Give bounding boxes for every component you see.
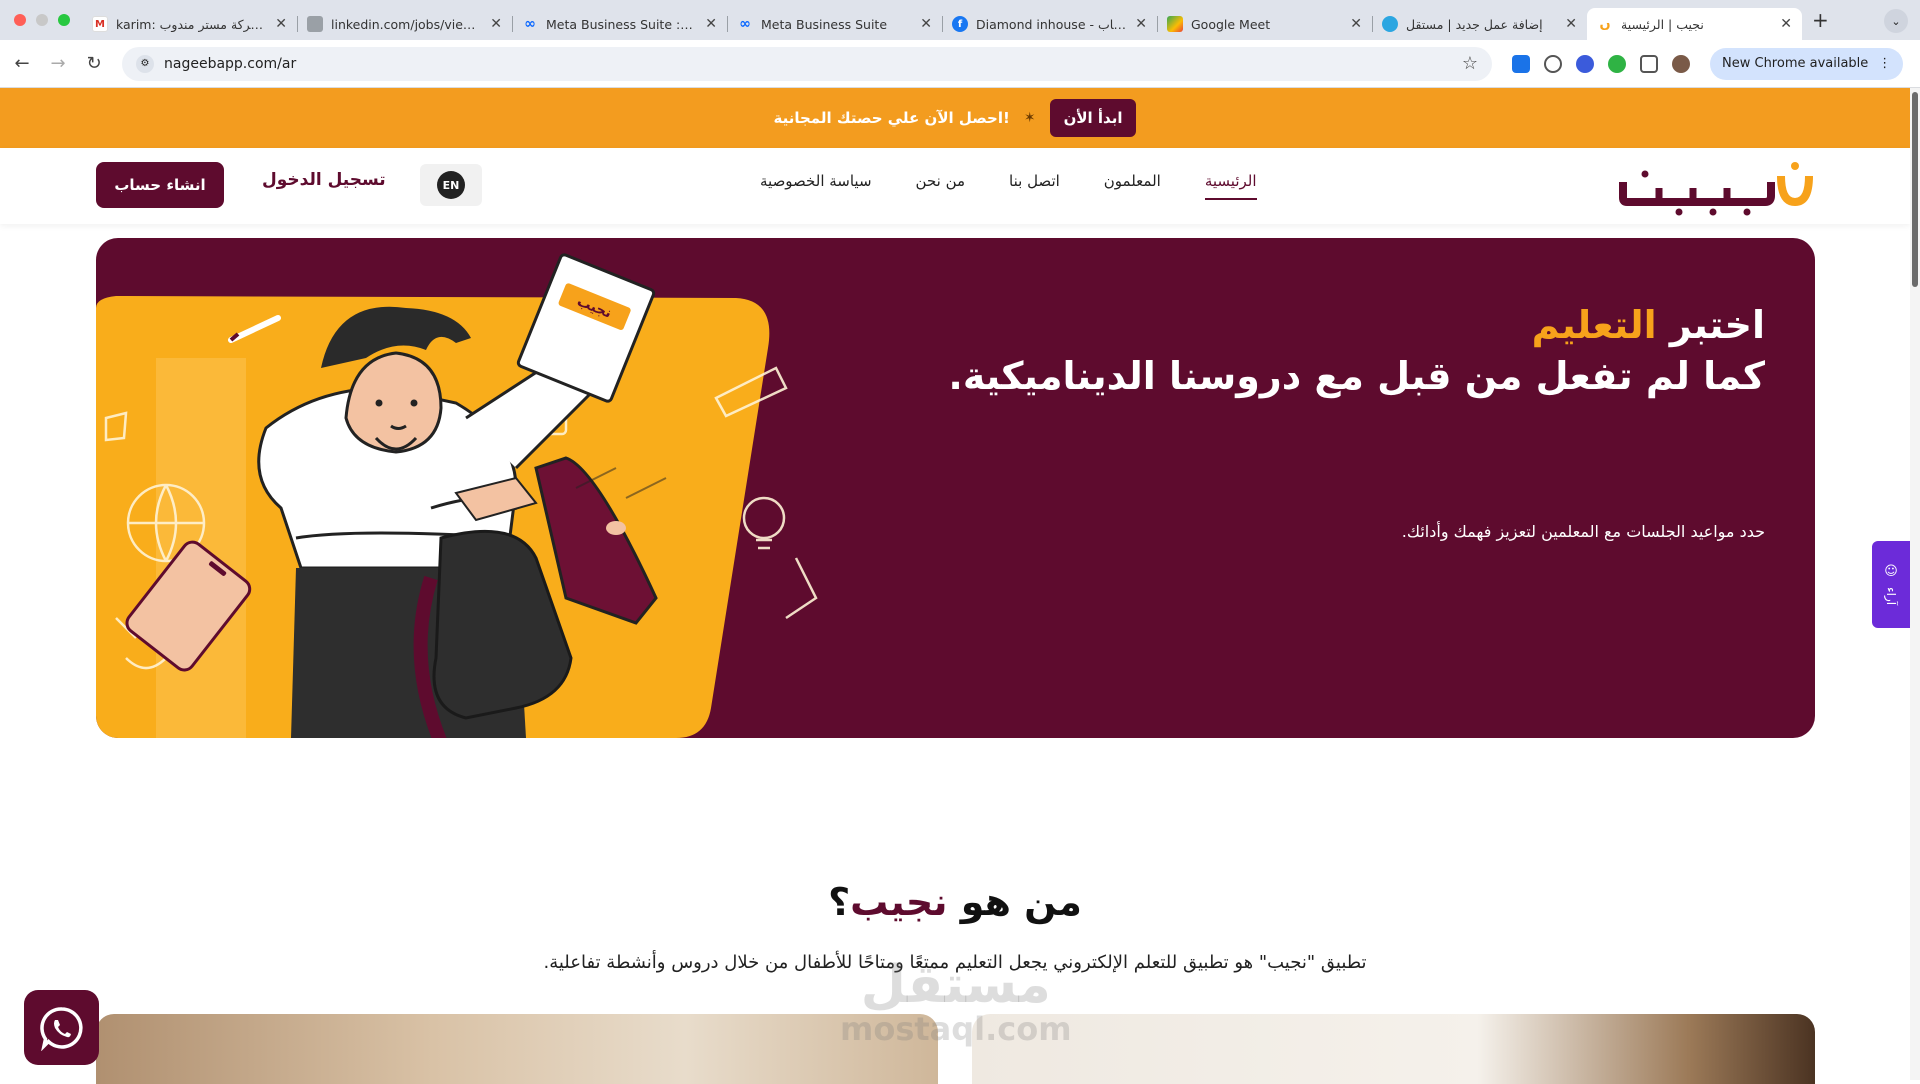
zoom-window-icon[interactable] [58, 14, 70, 26]
hero-title-start: اختبر [1656, 303, 1765, 347]
nav-about[interactable]: من نحن [916, 172, 966, 200]
promo-banner: احصل الآن علي حصتك المجانية! ✶ ابدأ الأن [0, 88, 1910, 148]
whatsapp-icon [39, 1006, 83, 1051]
extension-icon[interactable] [1544, 54, 1562, 73]
browser-tab-active[interactable]: ں نجيب | الرئيسية ✕ [1587, 8, 1802, 40]
mostaql-watermark: مستقل mostaql.com [840, 958, 1072, 1046]
close-tab-icon[interactable]: ✕ [275, 16, 287, 32]
about-title-start: من هو [947, 880, 1082, 924]
gmail-icon: M [92, 16, 108, 32]
page-scrollbar[interactable] [1910, 88, 1920, 1080]
reload-icon[interactable]: ↻ [76, 46, 112, 82]
close-window-icon[interactable] [14, 14, 26, 26]
site-header: الرئيسية المعلمون اتصل بنا من نحن سياسة … [0, 148, 1910, 224]
browser-tab[interactable]: f Diamond inhouse - واتساب ✕ [942, 8, 1157, 40]
feedback-icon: ☺ [1884, 563, 1898, 579]
feedback-tab[interactable]: ☺ آراء [1872, 541, 1910, 628]
tab-title: نجيب | الرئيسية [1621, 16, 1704, 32]
extensions-area [1512, 54, 1690, 73]
browser-tab-strip: Mkarim: ان شركة مستر مندوب ✕ linkedin.com… [0, 0, 1920, 40]
tab-title: إضافة عمل جديد | مستقل [1406, 16, 1543, 32]
sparkle-icon: ✶ [1023, 110, 1036, 126]
facebook-icon: f [952, 16, 968, 32]
close-tab-icon[interactable]: ✕ [490, 16, 502, 32]
puzzle-icon[interactable] [1640, 54, 1658, 73]
url-text: nageebapp.com/ar [164, 55, 297, 72]
about-image-card [96, 1014, 938, 1084]
nageeb-logo[interactable] [1615, 158, 1815, 216]
about-title-accent: نجيب [850, 880, 948, 924]
hero-title-line2: كما لم تفعل من قبل مع دروسنا الديناميكية… [948, 354, 1765, 398]
browser-tab[interactable]: ∞ Meta Business Suite ✕ [727, 8, 942, 40]
nav-contact[interactable]: اتصل بنا [1009, 172, 1060, 200]
whatsapp-button[interactable] [24, 990, 99, 1065]
address-bar[interactable]: ⚙ nageebapp.com/ar ☆ [122, 46, 1492, 81]
browser-tab[interactable]: إضافة عمل جديد | مستقل ✕ [1372, 8, 1587, 40]
extension-icon[interactable] [1576, 54, 1594, 73]
about-title-end: ؟ [828, 880, 851, 924]
main-nav: الرئيسية المعلمون اتصل بنا من نحن سياسة … [760, 172, 1257, 200]
tab-title: linkedin.com/jobs/view/45 [331, 16, 485, 32]
update-chrome-button[interactable]: New Chrome available ⋮ [1710, 47, 1904, 80]
globe-icon [307, 16, 323, 32]
watermark-domain: mostaql.com [840, 1010, 1072, 1048]
nav-privacy[interactable]: سياسة الخصوصية [760, 172, 872, 200]
extension-icon[interactable] [1512, 54, 1530, 73]
close-tab-icon[interactable]: ✕ [705, 16, 717, 32]
scrollbar-thumb[interactable] [1912, 92, 1918, 287]
student-illustration: نجيب [96, 253, 818, 738]
feedback-label: آراء [1884, 586, 1898, 606]
about-image-card [972, 1014, 1815, 1084]
signup-button[interactable]: انشاء حساب [96, 162, 224, 208]
about-title: من هو نجيب؟ [0, 880, 1910, 924]
hero-title-accent: التعليم [1531, 303, 1657, 347]
mostaql-icon [1382, 16, 1398, 32]
tab-title: karim: ان شركة مستر مندوب [116, 16, 270, 32]
nav-home[interactable]: الرئيسية [1204, 172, 1257, 200]
close-tab-icon[interactable]: ✕ [920, 16, 932, 32]
minimize-window-icon[interactable] [36, 14, 48, 26]
tab-title: Meta Business Suite [761, 16, 888, 32]
update-label: New Chrome available [1722, 56, 1869, 71]
browser-tab[interactable]: Google Meet ✕ [1157, 8, 1372, 40]
browser-toolbar: ← → ↻ ⚙ nageebapp.com/ar ☆ New Chrome av… [0, 40, 1920, 88]
hero-subtitle: حدد مواعيد الجلسات مع المعلمين لتعزيز فه… [1401, 522, 1765, 541]
meta-icon: ∞ [739, 16, 751, 32]
meta-icon: ∞ [524, 16, 536, 32]
language-switch[interactable]: EN [420, 164, 482, 206]
menu-dots-icon: ⋮ [1878, 56, 1892, 71]
browser-tab[interactable]: linkedin.com/jobs/view/45 ✕ [297, 8, 512, 40]
browser-tab[interactable]: Mkarim: ان شركة مستر مندوب ✕ [82, 8, 297, 40]
watermark-arabic: مستقل [860, 955, 1051, 1015]
promo-text: احصل الآن علي حصتك المجانية! [773, 109, 1010, 127]
close-tab-icon[interactable]: ✕ [1135, 16, 1147, 32]
tab-title: Google Meet [1191, 16, 1271, 32]
back-icon[interactable]: ← [4, 46, 40, 82]
close-tab-icon[interactable]: ✕ [1565, 16, 1577, 32]
tab-title: Diamond inhouse - واتساب [976, 16, 1129, 32]
hero-title: اختبر التعليم كما لم تفعل من قبل مع دروس… [948, 300, 1765, 402]
meet-icon [1167, 16, 1183, 32]
language-label: EN [437, 171, 465, 199]
close-tab-icon[interactable]: ✕ [1350, 16, 1362, 32]
tab-title: Meta Business Suite :إدارة [546, 16, 699, 32]
bookmark-star-icon[interactable]: ☆ [1462, 53, 1478, 74]
forward-icon[interactable]: → [40, 46, 76, 82]
close-tab-icon[interactable]: ✕ [1780, 16, 1792, 32]
login-link[interactable]: تسجيل الدخول [262, 170, 386, 190]
hero-banner: نجيب اختبر التعليم كما لم تفعل من قبل مع… [96, 238, 1815, 738]
window-controls [0, 14, 82, 26]
extension-icon[interactable] [1608, 54, 1626, 73]
site-info-icon[interactable]: ⚙ [136, 54, 154, 73]
nageeb-icon: ں [1599, 16, 1611, 32]
nav-teachers[interactable]: المعلمون [1104, 172, 1161, 200]
browser-tab[interactable]: ∞ Meta Business Suite :إدارة ✕ [512, 8, 727, 40]
profile-avatar[interactable] [1672, 54, 1690, 73]
tab-search-icon[interactable]: ⌄ [1884, 9, 1908, 33]
new-tab-button[interactable]: + [1812, 8, 1829, 32]
start-now-button[interactable]: ابدأ الأن [1049, 99, 1137, 137]
